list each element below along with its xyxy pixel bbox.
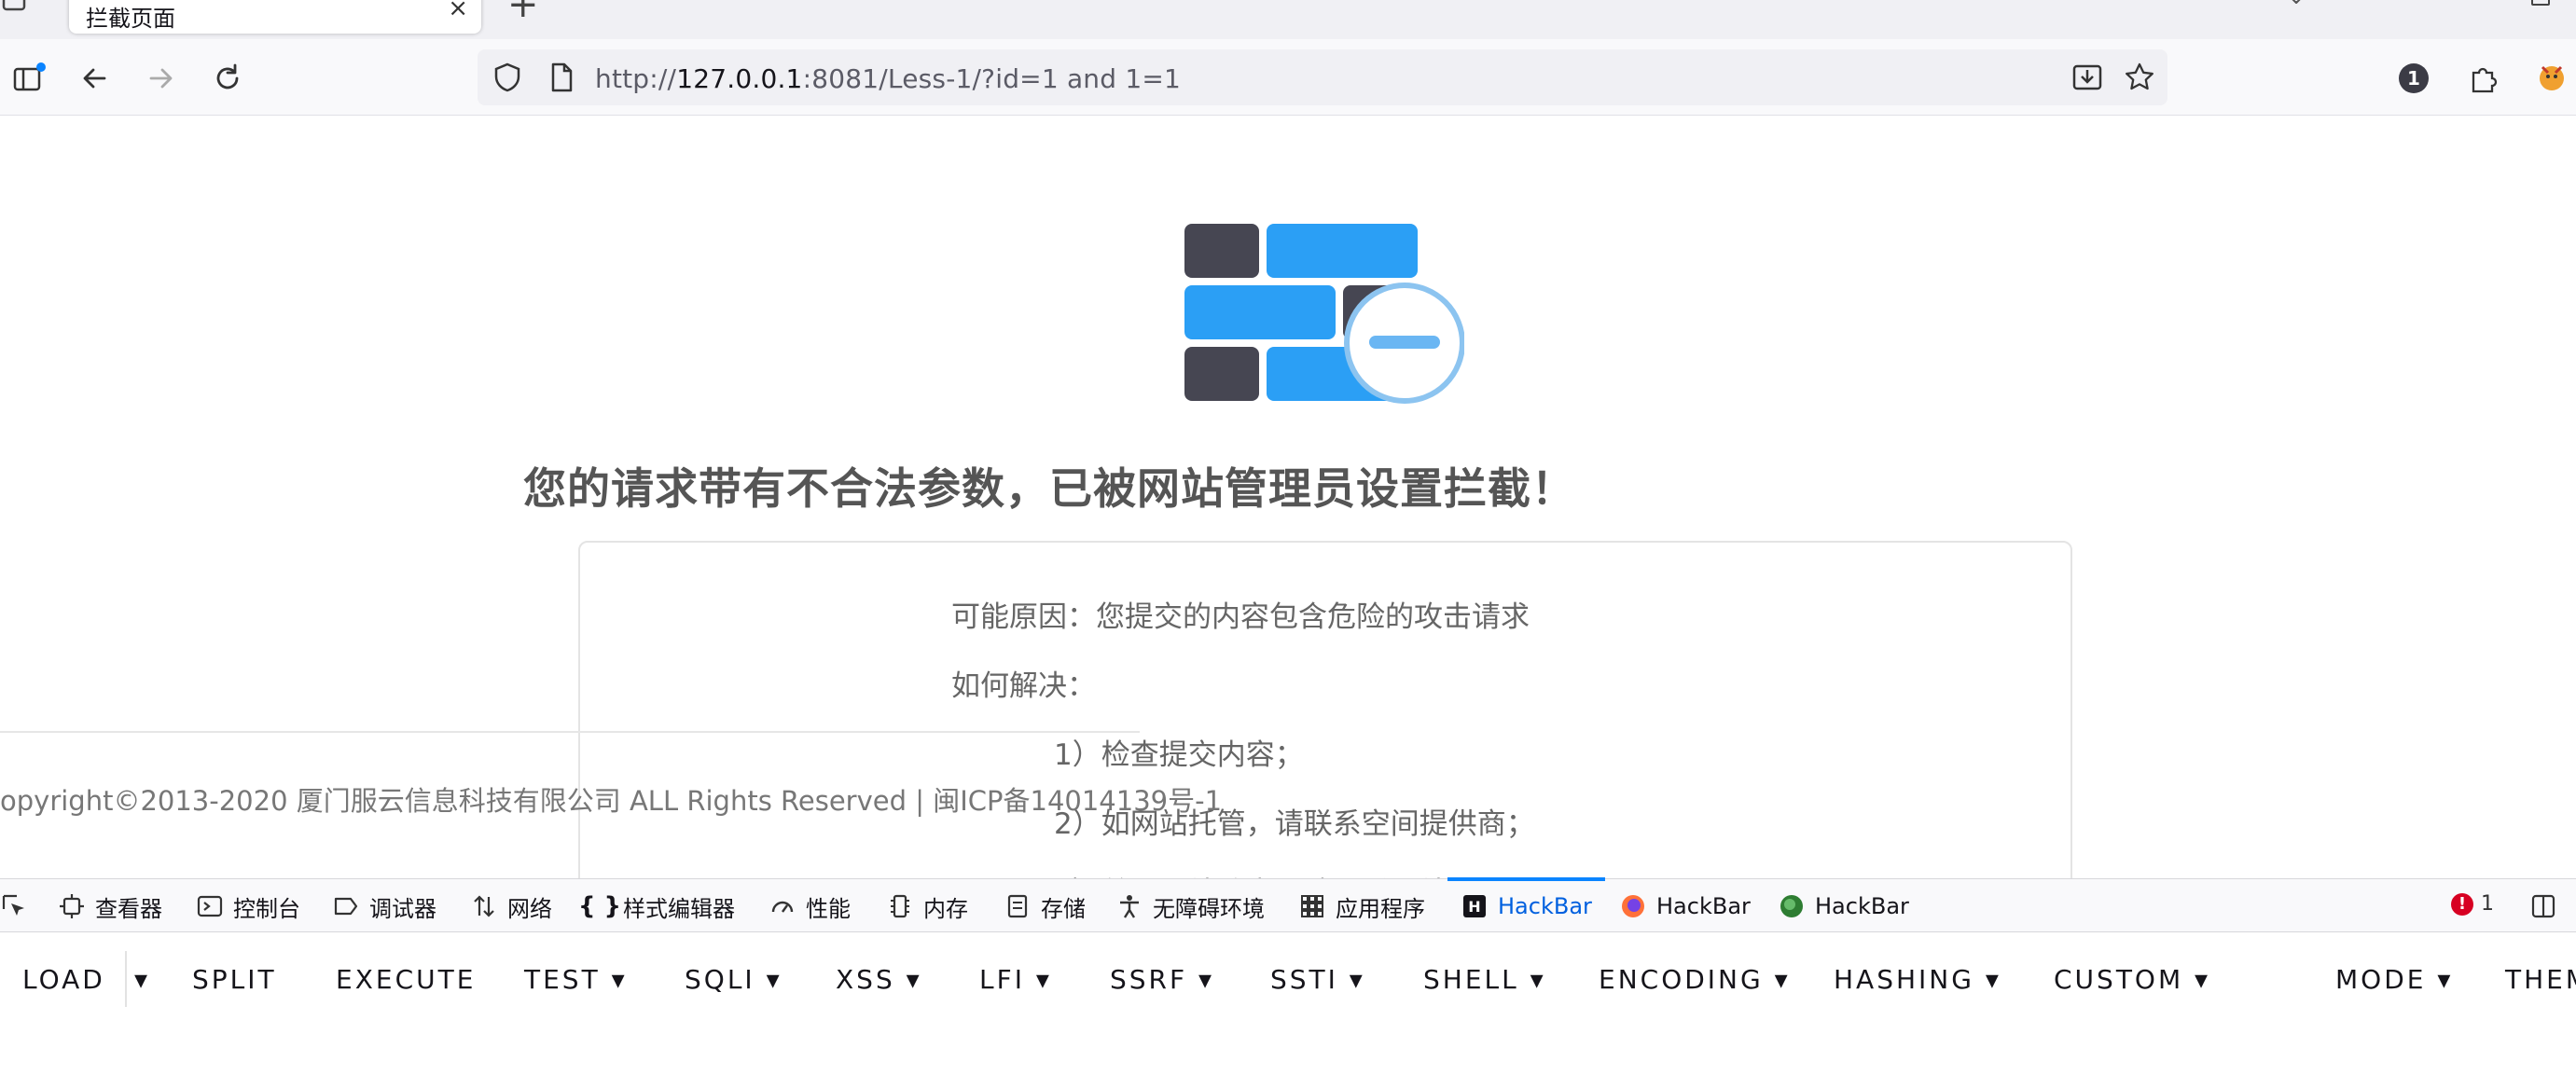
mode-menu[interactable]: MODE ▾ (2335, 964, 2453, 995)
chevron-down-icon[interactable]: ⌄ (2287, 0, 2306, 9)
sidebar-toggle-icon[interactable] (0, 0, 37, 21)
devtools-tab-style-editor[interactable]: { } 样式编辑器 (577, 879, 735, 933)
memory-icon (886, 892, 914, 920)
fox-avatar-icon[interactable] (2533, 60, 2570, 97)
url-path: :8081/Less-1/?id=1 and 1=1 (802, 63, 1182, 94)
new-tab-button[interactable]: + (507, 0, 539, 26)
shield-icon[interactable] (489, 59, 526, 96)
forward-icon[interactable] (142, 60, 179, 97)
back-icon[interactable] (76, 60, 114, 97)
footer-divider (0, 731, 1140, 733)
address-bar[interactable]: http://127.0.0.1:8081/Less-1/?id=1 and 1… (478, 49, 2167, 105)
application-icon (1298, 892, 1326, 920)
storage-icon (1004, 892, 1032, 920)
tab-strip: 拦截页面 × + ⌄ (0, 0, 2576, 39)
devtools-tab-label: 样式编辑器 (623, 895, 735, 922)
close-icon[interactable]: × (448, 0, 468, 22)
menu-divider (125, 951, 127, 1007)
load-dropdown-icon[interactable]: ▾ (134, 964, 150, 995)
devtools-tab-label: HackBar (1656, 893, 1751, 919)
devtools-tab-label: 性能 (806, 895, 851, 922)
page-info-icon[interactable] (543, 59, 580, 96)
inspector-icon (58, 892, 86, 920)
page-content: 您的请求带有不合法参数，已被网站管理员设置拦截！ 可能原因：您提交的内容包含危险… (0, 116, 2576, 878)
xss-menu[interactable]: XSS ▾ (836, 964, 922, 995)
devtools-tab-label: 控制台 (233, 895, 300, 922)
tab-active[interactable]: 拦截页面 × (69, 0, 481, 34)
devtools-toolbar: 查看器 控制台 调试器 网络 { } 样式编辑器 性能 内存 存储 无障碍环境 … (0, 877, 2576, 933)
green-extension-icon (1778, 892, 1806, 920)
reason-text: 可能原因：您提交的内容包含危险的攻击请求 (951, 600, 1530, 634)
firewall-block-icon (1184, 224, 1464, 404)
sqli-menu[interactable]: SQLI ▾ (685, 964, 782, 995)
devtools-tab-label: HackBar (1498, 893, 1592, 919)
encoding-menu[interactable]: ENCODING ▾ (1599, 964, 1791, 995)
element-picker-icon[interactable] (0, 879, 28, 933)
custom-menu[interactable]: CUSTOM ▾ (2054, 964, 2210, 995)
devtools-tab-hackbar-firefox[interactable]: HackBar (1619, 879, 1751, 933)
extension-badge-icon[interactable]: 1 (2395, 60, 2432, 97)
devtools-tab-label: 调试器 (369, 895, 436, 922)
style-editor-icon: { } (577, 892, 622, 920)
devtools-tab-inspector[interactable]: 查看器 (58, 879, 162, 933)
bookmark-star-icon[interactable] (2121, 59, 2158, 96)
devtools-tab-hackbar-green[interactable]: HackBar (1778, 879, 1909, 933)
tab-title: 拦截页面 (86, 6, 175, 32)
shell-menu[interactable]: SHELL ▾ (1423, 964, 1546, 995)
window-button-icon[interactable] (2531, 0, 2550, 6)
devtools-tab-label: 无障碍环境 (1153, 895, 1265, 922)
url-host: 127.0.0.1 (676, 63, 803, 94)
load-button[interactable]: LOAD (22, 964, 105, 995)
solution-step-1: 1）检查提交内容； (1054, 738, 1304, 772)
extension-count: 1 (2399, 63, 2429, 93)
split-button[interactable]: SPLIT (192, 964, 277, 995)
devtools-tab-debugger[interactable]: 调试器 (332, 879, 436, 933)
page-title: 您的请求带有不合法参数，已被网站管理员设置拦截！ (523, 463, 1575, 514)
error-count: 1 (2481, 892, 2494, 916)
theme-menu[interactable]: THEM (2505, 964, 2576, 995)
extensions-icon[interactable] (2464, 60, 2501, 97)
error-icon: ! (2451, 892, 2473, 916)
hackbar-menu: LOAD ▾ SPLIT EXECUTE TEST ▾ SQLI ▾ XSS ▾… (0, 932, 2576, 1089)
navigation-bar: http://127.0.0.1:8081/Less-1/?id=1 and 1… (0, 39, 2576, 116)
lfi-menu[interactable]: LFI ▾ (979, 964, 1052, 995)
dock-layout-icon[interactable] (2529, 879, 2557, 933)
ssti-menu[interactable]: SSTI ▾ (1270, 964, 1365, 995)
hashing-menu[interactable]: HASHING ▾ (1834, 964, 2001, 995)
devtools-tab-memory[interactable]: 内存 (886, 879, 968, 933)
network-icon (470, 892, 498, 920)
devtools-tab-network[interactable]: 网络 (470, 879, 552, 933)
devtools-tab-label: 应用程序 (1336, 895, 1425, 922)
performance-icon (769, 892, 796, 920)
ssrf-menu[interactable]: SSRF ▾ (1110, 964, 1214, 995)
devtools-tab-label: 查看器 (95, 895, 162, 922)
devtools-tab-storage[interactable]: 存储 (1004, 879, 1086, 933)
sidebar-icon[interactable] (11, 60, 48, 97)
error-count-badge[interactable]: ! 1 (2451, 892, 2494, 916)
download-icon[interactable] (2069, 59, 2106, 96)
execute-button[interactable]: EXECUTE (336, 964, 476, 995)
devtools-tab-label: 网络 (507, 895, 552, 922)
devtools-tab-label: HackBar (1815, 893, 1909, 919)
url-scheme: http:// (595, 63, 677, 94)
firefox-icon (1619, 892, 1647, 920)
solution-label: 如何解决： (951, 669, 1096, 703)
debugger-icon (332, 892, 360, 920)
devtools-tab-accessibility[interactable]: 无障碍环境 (1115, 879, 1265, 933)
url-text[interactable]: http://127.0.0.1:8081/Less-1/?id=1 and 1… (595, 63, 1181, 94)
devtools-tab-console[interactable]: 控制台 (196, 879, 300, 933)
console-icon (196, 892, 224, 920)
copyright-text: opyright©2013-2020 厦门服云信息科技有限公司 ALL Righ… (0, 785, 1223, 817)
devtools-tab-label: 内存 (923, 895, 968, 922)
browser-window: 拦截页面 × + ⌄ http://127.0.0.1:808 (0, 0, 2576, 1089)
devtools-tab-performance[interactable]: 性能 (769, 879, 851, 933)
accessibility-icon (1115, 892, 1143, 920)
devtools-tab-hackbar-active[interactable]: H HackBar (1447, 877, 1605, 933)
reload-icon[interactable] (209, 60, 246, 97)
devtools-tab-application[interactable]: 应用程序 (1298, 879, 1425, 933)
devtools-tab-label: 存储 (1041, 895, 1086, 922)
test-menu[interactable]: TEST ▾ (524, 964, 628, 995)
hackbar-icon: H (1461, 892, 1489, 920)
